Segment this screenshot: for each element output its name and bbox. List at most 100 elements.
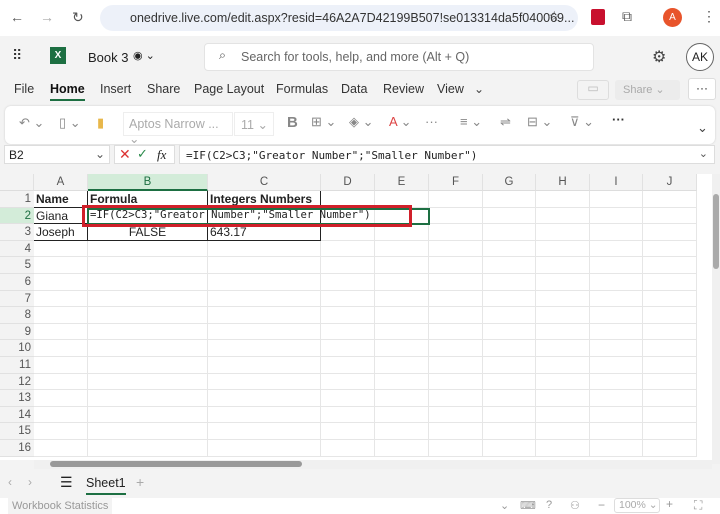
cell-H2[interactable] (536, 207, 590, 225)
paste-clipboard-icon[interactable]: ▯ ⌄ (59, 115, 81, 131)
bold-button[interactable]: B (287, 114, 298, 131)
cell-I1[interactable] (590, 191, 643, 208)
address-bar[interactable]: onedrive.live.com/edit.aspx?resid=46A2A7… (100, 5, 578, 31)
row-header-2[interactable]: 2 (0, 207, 34, 225)
cell-I3[interactable] (590, 224, 643, 241)
tab-review[interactable]: Review (383, 82, 424, 96)
cell-E10[interactable] (375, 340, 429, 357)
row-header-16[interactable]: 16 (0, 440, 34, 457)
row-header-10[interactable]: 10 (0, 340, 34, 357)
cell-J15[interactable] (643, 423, 697, 440)
cell-A15[interactable] (34, 423, 88, 440)
cell-E16[interactable] (375, 440, 429, 457)
column-header-D[interactable]: D (321, 174, 375, 191)
cell-H9[interactable] (536, 323, 590, 341)
cell-G15[interactable] (483, 423, 536, 440)
cell-F15[interactable] (429, 423, 483, 440)
cell-J7[interactable] (643, 290, 697, 308)
cell-H5[interactable] (536, 257, 590, 274)
cell-B12[interactable] (88, 373, 208, 391)
cell-J11[interactable] (643, 357, 697, 374)
cell-G12[interactable] (483, 373, 536, 391)
pdf-extension-icon[interactable] (591, 9, 605, 25)
keyboard-icon[interactable]: ⌨ (520, 499, 536, 512)
row-header-7[interactable]: 7 (0, 290, 34, 308)
cell-E7[interactable] (375, 290, 429, 308)
workbook-title[interactable]: Book 3 (88, 50, 128, 65)
cell-A14[interactable] (34, 406, 88, 424)
comments-button[interactable]: ▭ (577, 80, 609, 100)
undo-icon[interactable]: ↶ ⌄ (19, 115, 44, 131)
cell-J5[interactable] (643, 257, 697, 274)
cell-D16[interactable] (321, 440, 375, 457)
insert-function-button[interactable]: fx (157, 147, 166, 163)
cell-B3[interactable]: FALSE (88, 224, 208, 241)
cell-J14[interactable] (643, 406, 697, 424)
cell-F1[interactable] (429, 191, 483, 208)
cell-D10[interactable] (321, 340, 375, 357)
extensions-icon[interactable]: ⧉ (622, 8, 632, 25)
column-header-C[interactable]: C (208, 174, 321, 191)
cell-B13[interactable] (88, 390, 208, 407)
cell-B7[interactable] (88, 290, 208, 308)
all-sheets-icon[interactable]: ☰ (60, 474, 73, 491)
cell-G14[interactable] (483, 406, 536, 424)
row-header-11[interactable]: 11 (0, 357, 34, 374)
settings-gear-icon[interactable]: ⚙ (652, 47, 666, 67)
cell-A1[interactable]: Name (34, 191, 88, 208)
zoom-level-select[interactable]: 100% ⌄ (614, 498, 660, 513)
cell-F6[interactable] (429, 274, 483, 291)
row-header-8[interactable]: 8 (0, 307, 34, 324)
column-header-F[interactable]: F (429, 174, 483, 191)
row-header-6[interactable]: 6 (0, 274, 34, 291)
borders-icon[interactable]: ⊞ ⌄ (311, 114, 336, 130)
cell-F8[interactable] (429, 307, 483, 324)
tab-formulas[interactable]: Formulas (276, 82, 328, 96)
cell-B4[interactable] (88, 240, 208, 258)
cell-G1[interactable] (483, 191, 536, 208)
cell-B6[interactable] (88, 274, 208, 291)
row-header-4[interactable]: 4 (0, 240, 34, 258)
cell-G2[interactable] (483, 207, 536, 225)
tab-file[interactable]: File (14, 82, 34, 96)
cell-H4[interactable] (536, 240, 590, 258)
cell-F12[interactable] (429, 373, 483, 391)
cell-I11[interactable] (590, 357, 643, 374)
cell-J13[interactable] (643, 390, 697, 407)
cell-H16[interactable] (536, 440, 590, 457)
cell-E12[interactable] (375, 373, 429, 391)
cell-C7[interactable] (208, 290, 321, 308)
cell-A7[interactable] (34, 290, 88, 308)
status-chevron-icon[interactable]: ⌄ (500, 499, 509, 512)
row-header-3[interactable]: 3 (0, 224, 34, 241)
cell-A12[interactable] (34, 373, 88, 391)
spreadsheet-grid[interactable]: A B C D E F G H I J 1 Name Formula Integers Numbers 2 G… (0, 174, 712, 460)
cell-A8[interactable] (34, 307, 88, 324)
cell-A16[interactable] (34, 440, 88, 457)
cell-D3[interactable] (321, 224, 375, 241)
cell-H15[interactable] (536, 423, 590, 440)
cell-I13[interactable] (590, 390, 643, 407)
cell-B16[interactable] (88, 440, 208, 457)
cell-E9[interactable] (375, 323, 429, 341)
cell-E3[interactable] (375, 224, 429, 241)
vertical-scrollbar[interactable] (712, 174, 720, 464)
cell-D15[interactable] (321, 423, 375, 440)
cell-I12[interactable] (590, 373, 643, 391)
cell-A2[interactable]: Giana (34, 207, 88, 225)
cancel-icon[interactable]: ✕ (119, 146, 131, 163)
cell-A4[interactable] (34, 240, 88, 258)
cell-G10[interactable] (483, 340, 536, 357)
horizontal-scroll-thumb[interactable] (50, 461, 302, 467)
cell-I9[interactable] (590, 323, 643, 341)
cell-F3[interactable] (429, 224, 483, 241)
cell-C10[interactable] (208, 340, 321, 357)
tab-share[interactable]: Share (147, 82, 180, 96)
expand-ribbon-icon[interactable]: ⌄ (697, 120, 708, 136)
cell-H13[interactable] (536, 390, 590, 407)
cell-D6[interactable] (321, 274, 375, 291)
cell-E8[interactable] (375, 307, 429, 324)
cell-C9[interactable] (208, 323, 321, 341)
more-font-icon[interactable]: ··· (425, 114, 438, 129)
cell-A9[interactable] (34, 323, 88, 341)
